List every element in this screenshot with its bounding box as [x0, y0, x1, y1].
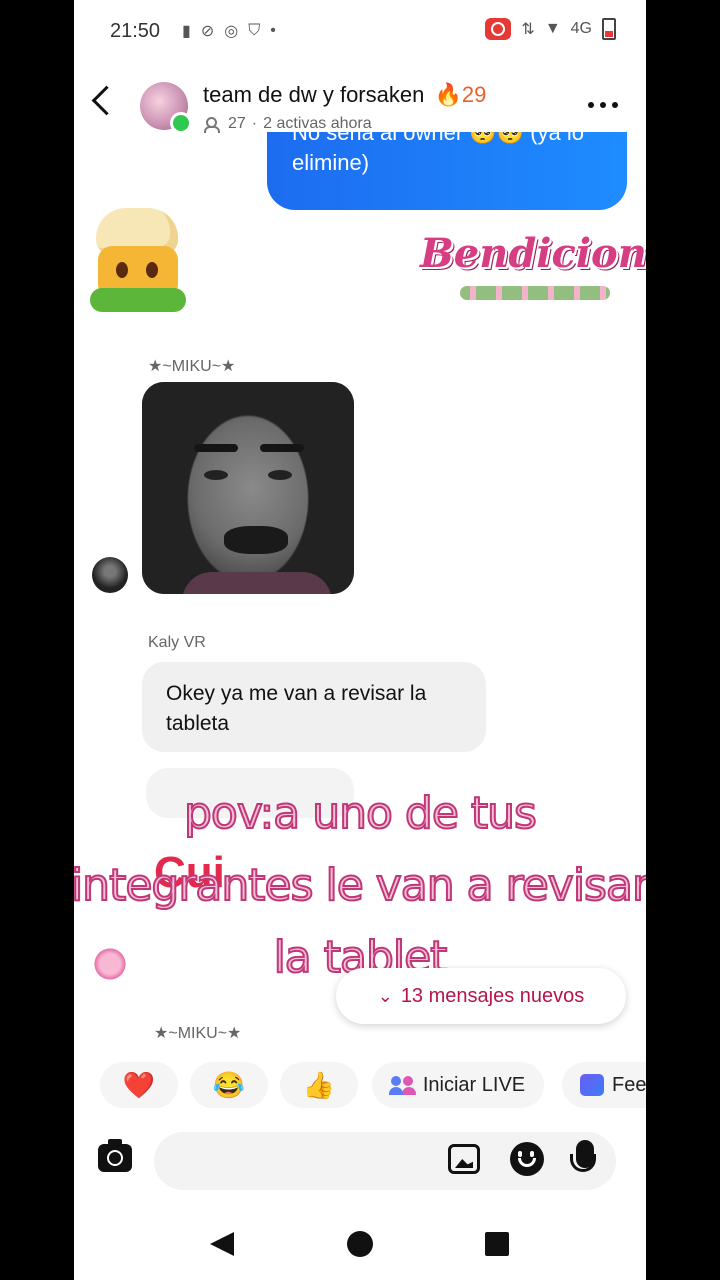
battery-icon	[602, 18, 616, 40]
group-people-icon	[388, 1074, 415, 1096]
screen-record-icon	[485, 18, 512, 40]
nav-back-icon[interactable]	[210, 1232, 234, 1256]
sticker-text: Bendiciones	[420, 230, 646, 277]
message-composer	[74, 1130, 646, 1194]
heart-icon: ❤️	[122, 1069, 156, 1100]
link-icon: ⊘	[200, 23, 215, 40]
start-live-button[interactable]: Iniciar LIVE	[372, 1062, 544, 1108]
caption-line: integrantes le van a revisar	[74, 859, 646, 912]
sender-name: Kaly VR	[148, 634, 206, 651]
system-nav-bar	[74, 1212, 646, 1280]
double-chevron-down-icon: ⌄	[377, 985, 393, 1006]
microphone-icon[interactable]	[570, 1140, 596, 1172]
laugh-icon: 😂	[212, 1069, 246, 1100]
nav-recents-icon[interactable]	[485, 1232, 509, 1256]
heart-reaction-button[interactable]: ❤️	[100, 1062, 178, 1108]
thumbs-up-icon: 👍	[302, 1069, 336, 1100]
new-messages-button[interactable]: ⌄ 13 mensajes nuevos	[336, 968, 626, 1024]
phone-screen: 21:50 ▮ ⊘ ◎ ⛉ • ⇅ ▼ 4G team de dw y fors…	[74, 0, 646, 1280]
subtitle-separator: ·	[251, 115, 258, 132]
photo-message[interactable]	[142, 382, 354, 594]
quick-reactions-bar: ❤️ 😂 👍 Iniciar LIVE Fee	[74, 1062, 646, 1110]
message-input[interactable]	[154, 1132, 616, 1190]
data-arrows-icon: ⇅	[521, 21, 535, 38]
members-icon	[204, 117, 222, 133]
outgoing-message[interactable]: No seria al owner 🥺🥺 (ya lo elimine)	[267, 132, 627, 210]
back-icon[interactable]	[91, 85, 122, 116]
active-status: 2 activas ahora	[263, 115, 372, 132]
video-caption-overlay: pov:a uno de tus integrantes le van a re…	[74, 778, 646, 994]
status-bar: 21:50 ▮ ⊘ ◎ ⛉ • ⇅ ▼ 4G	[74, 0, 646, 62]
gallery-icon[interactable]	[448, 1144, 480, 1174]
streak-count: 29	[461, 82, 487, 107]
sticker-icon[interactable]	[510, 1142, 544, 1176]
incoming-message[interactable]: Okey ya me van a revisar la tableta	[142, 662, 486, 752]
feed-button[interactable]: Fee	[562, 1062, 646, 1108]
sender-avatar[interactable]	[92, 557, 128, 593]
nav-home-icon[interactable]	[347, 1231, 373, 1257]
battery-alert-icon: ▮	[182, 23, 191, 40]
sender-name: ★~MIKU~★	[148, 358, 236, 375]
start-live-label: Iniciar LIVE	[422, 1073, 526, 1096]
feed-label: Fee	[612, 1073, 646, 1096]
group-title[interactable]: team de dw y forsaken 🔥29	[203, 82, 486, 108]
more-options-icon[interactable]	[588, 102, 618, 108]
online-indicator	[170, 112, 192, 134]
record-icon: ◎	[224, 23, 239, 40]
flowers-decoration	[460, 286, 610, 300]
notification-icons: ▮ ⊘ ◎ ⛉ •	[182, 21, 276, 41]
caption-line: pov:a uno de tus	[183, 787, 538, 840]
member-count: 27	[228, 115, 246, 132]
popcorn-sticker[interactable]	[88, 208, 188, 312]
system-icons: ⇅ ▼ 4G	[485, 18, 616, 40]
streak-badge: 🔥29	[434, 82, 486, 107]
clock: 21:50	[110, 20, 161, 42]
dot-icon: •	[270, 22, 276, 39]
laugh-reaction-button[interactable]: 😂	[190, 1062, 268, 1108]
incoming-message-text: Okey ya me van a revisar la tableta	[166, 682, 427, 735]
wifi-icon: ▼	[544, 20, 561, 37]
network-label: 4G	[570, 20, 592, 37]
thumbs-up-reaction-button[interactable]: 👍	[280, 1062, 358, 1108]
group-subtitle: 27 · 2 activas ahora	[204, 115, 372, 133]
shield-icon: ⛉	[248, 22, 261, 39]
fire-icon: 🔥	[434, 82, 462, 107]
camera-icon[interactable]	[98, 1139, 132, 1172]
feed-icon	[580, 1074, 604, 1096]
new-messages-label: 13 mensajes nuevos	[400, 984, 585, 1007]
bendiciones-sticker[interactable]: Bendiciones	[420, 218, 646, 310]
outgoing-message-text: No seria al owner 🥺🥺 (ya lo elimine)	[292, 132, 584, 175]
group-name: team de dw y forsaken	[203, 82, 425, 107]
sender-name: ★~MIKU~★	[154, 1025, 242, 1042]
